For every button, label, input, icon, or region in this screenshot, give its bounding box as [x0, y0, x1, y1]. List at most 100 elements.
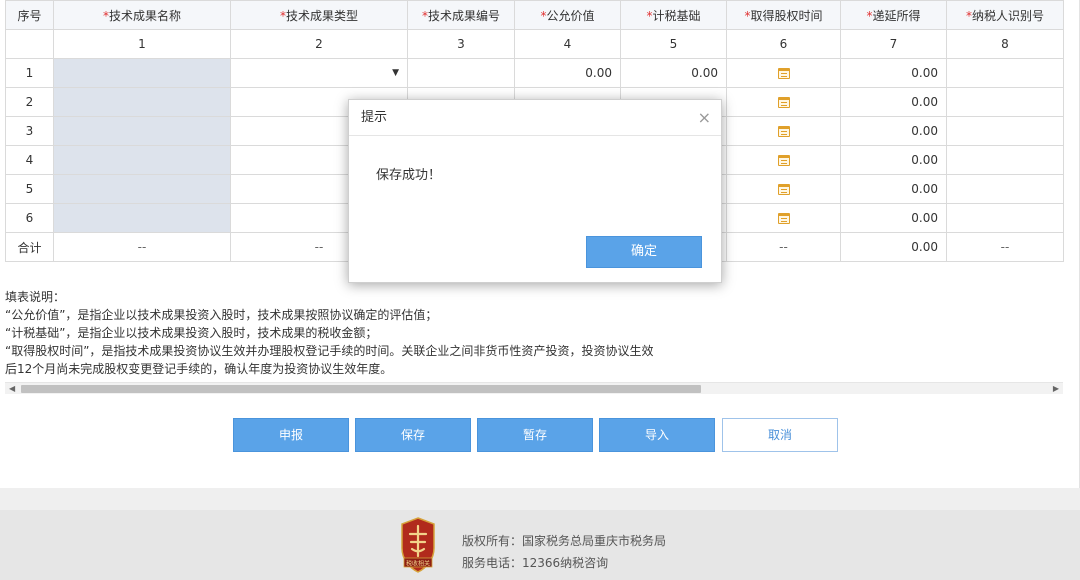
- confirm-button[interactable]: 确定: [586, 236, 702, 268]
- row-seq: 4: [5, 145, 54, 175]
- instruction-line: “公允价值”，是指企业以技术成果投资入股时，技术成果按照协议确定的评估值；: [5, 308, 438, 322]
- close-icon[interactable]: ×: [698, 100, 711, 136]
- dialog-message: 保存成功！: [376, 168, 442, 183]
- site-footer: 税收相关 版权所有：国家税务总局重庆市税务局 服务电话：12366纳税咨询: [0, 510, 1080, 580]
- total-name: --: [53, 232, 231, 262]
- column-number: 8: [946, 29, 1064, 59]
- instruction-line: “计税基础”，是指企业以技术成果投资入股时，技术成果的税收金额；: [5, 326, 378, 340]
- row-seq: 5: [5, 174, 54, 204]
- header-seq: 序号: [5, 0, 54, 30]
- calendar-icon[interactable]: [777, 213, 790, 224]
- column-number: 4: [514, 29, 621, 59]
- row-seq: 6: [5, 203, 54, 233]
- table-row: 1 ▼ 0.00 0.00 0.00: [5, 58, 1064, 88]
- row-seq: 3: [5, 116, 54, 146]
- equity-date-picker[interactable]: [726, 116, 841, 146]
- calendar-icon[interactable]: [777, 68, 790, 79]
- taxpayer-id-input[interactable]: [946, 203, 1064, 233]
- header-label: 取得股权时间: [750, 8, 823, 23]
- header-label: 计税基础: [652, 8, 701, 23]
- deferred-income-cell: 0.00: [840, 58, 947, 88]
- tech-name-input[interactable]: [53, 87, 231, 117]
- save-success-dialog: 提示 × 保存成功！ 确定: [348, 99, 722, 283]
- scrollbar-thumb[interactable]: [21, 385, 701, 393]
- taxpayer-id-input[interactable]: [946, 87, 1064, 117]
- header-label: 技术成果名称: [108, 8, 181, 23]
- save-button[interactable]: 保存: [355, 418, 471, 452]
- tech-name-input[interactable]: [53, 174, 231, 204]
- calendar-icon[interactable]: [777, 97, 790, 108]
- calendar-icon[interactable]: [777, 184, 790, 195]
- tax-bureau-logo-icon: 税收相关: [401, 517, 435, 573]
- service-phone-text: 服务电话：12366纳税咨询: [462, 556, 609, 570]
- column-number: 7: [840, 29, 947, 59]
- header-tech-type: *技术成果类型: [230, 0, 408, 30]
- dialog-header: 提示 ×: [349, 100, 721, 136]
- column-number: 5: [620, 29, 727, 59]
- scroll-right-icon[interactable]: ▶: [1053, 383, 1059, 395]
- fair-value-input[interactable]: 0.00: [514, 58, 621, 88]
- tax-basis-input[interactable]: 0.00: [620, 58, 727, 88]
- declare-button[interactable]: 申报: [233, 418, 349, 452]
- taxpayer-id-input[interactable]: [946, 174, 1064, 204]
- instructions-title: 填表说明：: [5, 290, 66, 304]
- calendar-icon[interactable]: [777, 155, 790, 166]
- scroll-left-icon[interactable]: ◀: [9, 383, 15, 395]
- header-equity-date: *取得股权时间: [726, 0, 841, 30]
- dialog-title: 提示: [361, 110, 388, 125]
- equity-date-picker[interactable]: [726, 174, 841, 204]
- total-taxpayer: --: [946, 232, 1064, 262]
- equity-date-picker[interactable]: [726, 87, 841, 117]
- horizontal-scrollbar[interactable]: ◀ ▶: [5, 382, 1063, 394]
- tech-name-input[interactable]: [53, 203, 231, 233]
- dropdown-caret-icon: ▼: [392, 68, 399, 78]
- header-taxpayer-id: *纳税人识别号: [946, 0, 1064, 30]
- deferred-income-cell: 0.00: [840, 174, 947, 204]
- tech-type-select[interactable]: ▼: [230, 58, 408, 88]
- column-number: 1: [53, 29, 231, 59]
- header-label: 技术成果编号: [427, 8, 500, 23]
- header-label: 公允价值: [546, 8, 595, 23]
- calendar-icon[interactable]: [777, 126, 790, 137]
- deferred-income-cell: 0.00: [840, 87, 947, 117]
- deferred-income-cell: 0.00: [840, 203, 947, 233]
- column-number: 2: [230, 29, 408, 59]
- header-tech-name: *技术成果名称: [53, 0, 231, 30]
- column-number: 3: [407, 29, 515, 59]
- deferred-income-cell: 0.00: [840, 145, 947, 175]
- instruction-line: “取得股权时间”，是指技术成果投资协议生效并办理股权登记手续的时间。关联企业之间…: [5, 344, 654, 358]
- instruction-line: 后12个月尚未完成股权变更登记手续的，确认年度为投资协议生效年度。: [5, 362, 393, 376]
- equity-date-picker[interactable]: [726, 58, 841, 88]
- column-number-blank: [5, 29, 54, 59]
- equity-date-picker[interactable]: [726, 203, 841, 233]
- header-label: 技术成果类型: [285, 8, 358, 23]
- total-deferred: 0.00: [840, 232, 947, 262]
- import-button[interactable]: 导入: [599, 418, 715, 452]
- temp-save-button[interactable]: 暂存: [477, 418, 593, 452]
- deferred-income-cell: 0.00: [840, 116, 947, 146]
- row-seq: 2: [5, 87, 54, 117]
- taxpayer-id-input[interactable]: [946, 145, 1064, 175]
- cancel-button[interactable]: 取消: [722, 418, 838, 452]
- taxpayer-id-input[interactable]: [946, 58, 1064, 88]
- logo-text: 税收相关: [406, 560, 430, 568]
- header-tax-basis: *计税基础: [620, 0, 727, 30]
- row-seq: 1: [5, 58, 54, 88]
- tech-number-input[interactable]: [407, 58, 515, 88]
- total-label: 合计: [5, 232, 54, 262]
- header-label: 纳税人识别号: [971, 8, 1044, 23]
- tech-name-input[interactable]: [53, 116, 231, 146]
- fill-instructions: 填表说明： “公允价值”，是指企业以技术成果投资入股时，技术成果按照协议确定的评…: [5, 288, 725, 378]
- equity-date-picker[interactable]: [726, 145, 841, 175]
- header-fair-value: *公允价值: [514, 0, 621, 30]
- tech-name-input[interactable]: [53, 58, 231, 88]
- header-tech-number: *技术成果编号: [407, 0, 515, 30]
- taxpayer-id-input[interactable]: [946, 116, 1064, 146]
- header-label: 递延所得: [872, 8, 921, 23]
- column-number: 6: [726, 29, 841, 59]
- tech-name-input[interactable]: [53, 145, 231, 175]
- copyright-text: 版权所有：国家税务总局重庆市税务局: [462, 534, 667, 548]
- header-label: 序号: [17, 8, 42, 23]
- header-deferred-income: *递延所得: [840, 0, 947, 30]
- total-date: --: [726, 232, 841, 262]
